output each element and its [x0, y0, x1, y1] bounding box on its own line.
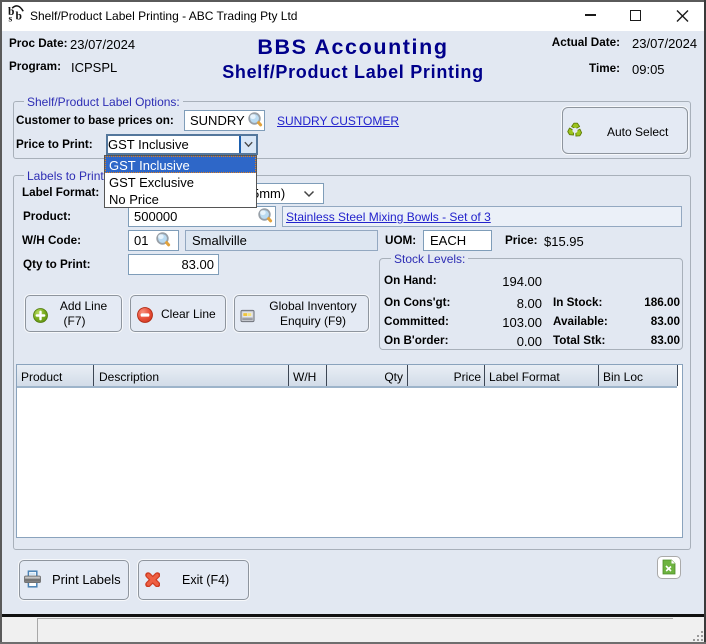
- svg-text:b: b: [16, 11, 22, 23]
- svg-text:s: s: [9, 15, 13, 23]
